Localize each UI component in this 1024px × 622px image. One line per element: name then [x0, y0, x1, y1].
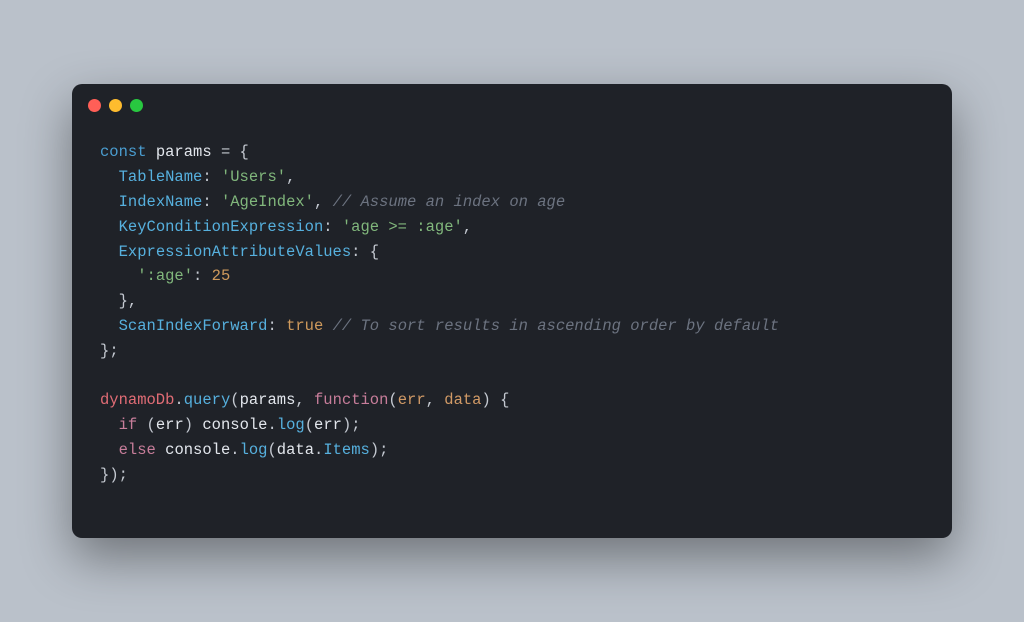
code-window: const params = { TableName: 'Users', Ind… [72, 84, 952, 537]
string-keycond: 'age >= :age' [342, 218, 463, 236]
keyword-else: else [119, 441, 156, 459]
prop-tablename: TableName [119, 168, 203, 186]
param-data: data [444, 391, 481, 409]
prop-keycondition: KeyConditionExpression [119, 218, 324, 236]
minimize-icon[interactable] [109, 99, 122, 112]
string-agekey: ':age' [137, 267, 193, 285]
string-users: 'Users' [221, 168, 286, 186]
close-icon[interactable] [88, 99, 101, 112]
number-25: 25 [212, 267, 231, 285]
comment-sort: // To sort results in ascending order by… [333, 317, 779, 335]
code-content: const params = { TableName: 'Users', Ind… [72, 112, 952, 537]
method-query: query [184, 391, 231, 409]
maximize-icon[interactable] [130, 99, 143, 112]
string-ageindex: 'AgeIndex' [221, 193, 314, 211]
window-titlebar [72, 84, 952, 112]
keyword-function: function [314, 391, 388, 409]
keyword-if: if [119, 416, 138, 434]
prop-indexname: IndexName [119, 193, 203, 211]
param-err: err [398, 391, 426, 409]
identifier-console: console [202, 416, 267, 434]
method-log: log [277, 416, 305, 434]
prop-scanindexforward: ScanIndexForward [119, 317, 268, 335]
keyword-const: const [100, 143, 147, 161]
identifier-dynamodb: dynamoDb [100, 391, 174, 409]
prop-eav: ExpressionAttributeValues [119, 243, 352, 261]
prop-items: Items [323, 441, 370, 459]
bool-true: true [286, 317, 323, 335]
comment-index: // Assume an index on age [333, 193, 566, 211]
identifier-params: params [156, 143, 212, 161]
